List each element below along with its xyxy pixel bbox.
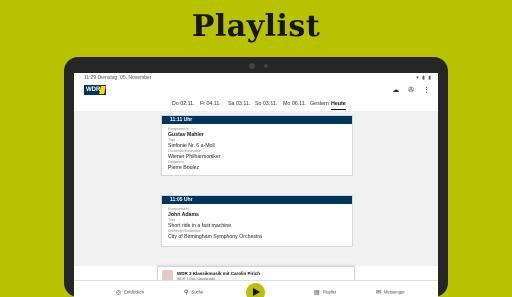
app-bar: WDR ☁ ✇ ⋮ [74, 82, 438, 98]
messenger-icon: ✉ [376, 290, 382, 296]
nav-suche[interactable]: ⚲ Suche [184, 289, 203, 296]
wdr-logo[interactable]: WDR [84, 85, 106, 95]
nav-entdecken[interactable]: ◎ Entdecken [116, 289, 144, 296]
sensor-dot [264, 64, 268, 68]
field-value: Pierre Boulez [168, 164, 200, 171]
more-icon[interactable]: ⋮ [423, 87, 430, 94]
nav-label: Messenger [384, 289, 405, 295]
track-card[interactable]: 11:05 Uhr Komponist:in John Adams Titel … [161, 195, 353, 248]
field-row: Titel Sinfonie Nr. 6 a-Moll [162, 138, 352, 149]
mini-player-title: WDR 3 Klassikmusik mit Carolin Pirich [177, 271, 261, 276]
field-row: Dirigent:in Pierre Boulez [162, 160, 352, 175]
field-value: Short ride in a fast machine [168, 222, 232, 229]
nav-messenger[interactable]: ✉ Messenger [376, 289, 405, 296]
settings-icon[interactable]: ✇ [408, 87, 414, 94]
status-time: 11:29 Dienstag, 05. November [84, 75, 152, 81]
tab-0[interactable]: Do 02.11. [172, 101, 195, 107]
tab-1[interactable]: Fr 04.11. [200, 101, 221, 107]
weather-icon[interactable]: ☁ [392, 87, 399, 94]
status-bar: 11:29 Dienstag, 05. November ▾ ▮ ▮ [74, 73, 438, 82]
card-time: 11:11 Uhr [162, 116, 352, 124]
track-card[interactable]: 11:11 Uhr Komponist:in Gustav Mahler Tit… [161, 115, 353, 177]
tab-4[interactable]: Mo 06.11. [283, 101, 306, 107]
nav-label: Entdecken [124, 289, 145, 295]
search-icon: ⚲ [184, 290, 189, 296]
status-icons: ▾ ▮ ▮ [416, 75, 432, 81]
app-screen: 11:29 Dienstag, 05. November ▾ ▮ ▮ WDR ☁… [74, 73, 438, 297]
play-button[interactable] [246, 283, 265, 297]
compass-icon: ◎ [116, 290, 122, 296]
playlist-content[interactable]: 11:11 Uhr Komponist:in Gustav Mahler Tit… [74, 111, 438, 266]
tab-6[interactable]: Heute [331, 101, 346, 110]
header-icons: ☁ ✇ ⋮ [385, 86, 430, 94]
nav-label: Suche [191, 289, 204, 295]
field-value: Wiener Philharmoniker [168, 153, 221, 160]
logo-text: WDR [86, 87, 101, 93]
tab-2[interactable]: Sa 03.11. [228, 101, 250, 107]
camera-dot [249, 63, 255, 69]
banner-title: Playlist [191, 9, 321, 44]
card-time: 11:05 Uhr [162, 196, 352, 204]
playlist-icon: ▤ [314, 290, 320, 296]
date-tabs: Do 02.11. Fr 04.11. Sa 03.11. So 03.11. … [74, 98, 438, 111]
nav-label: Playlist [322, 289, 336, 295]
field-row: Komponist:in John Adams [162, 204, 352, 218]
field-row: Orchester/Ensemble Wiener Philharmoniker [162, 149, 352, 160]
field-value: City of Birmingham Symphony Orchestra [168, 233, 262, 240]
field-row: Komponist:in Gustav Mahler [162, 124, 352, 138]
field-value: Gustav Mahler [168, 131, 204, 138]
field-row: Titel Short ride in a fast machine [162, 218, 352, 229]
field-value: Sinfonie Nr. 6 a-Moll [168, 142, 215, 149]
tablet-frame: 11:29 Dienstag, 05. November ▾ ▮ ▮ WDR ☁… [64, 57, 448, 297]
tab-3[interactable]: So 03.11. [255, 101, 277, 107]
play-icon [253, 288, 260, 296]
bottom-navigation: ◎ Entdecken ⚲ Suche ▤ Playlist ✉ Messenger [74, 280, 438, 297]
tab-5[interactable]: Gestern [310, 101, 329, 107]
logo-bar-icon [99, 86, 106, 94]
field-row: Orchester/Ensemble City of Birmingham Sy… [162, 229, 352, 246]
nav-playlist[interactable]: ▤ Playlist [314, 289, 336, 296]
field-value: John Adams [168, 211, 199, 218]
